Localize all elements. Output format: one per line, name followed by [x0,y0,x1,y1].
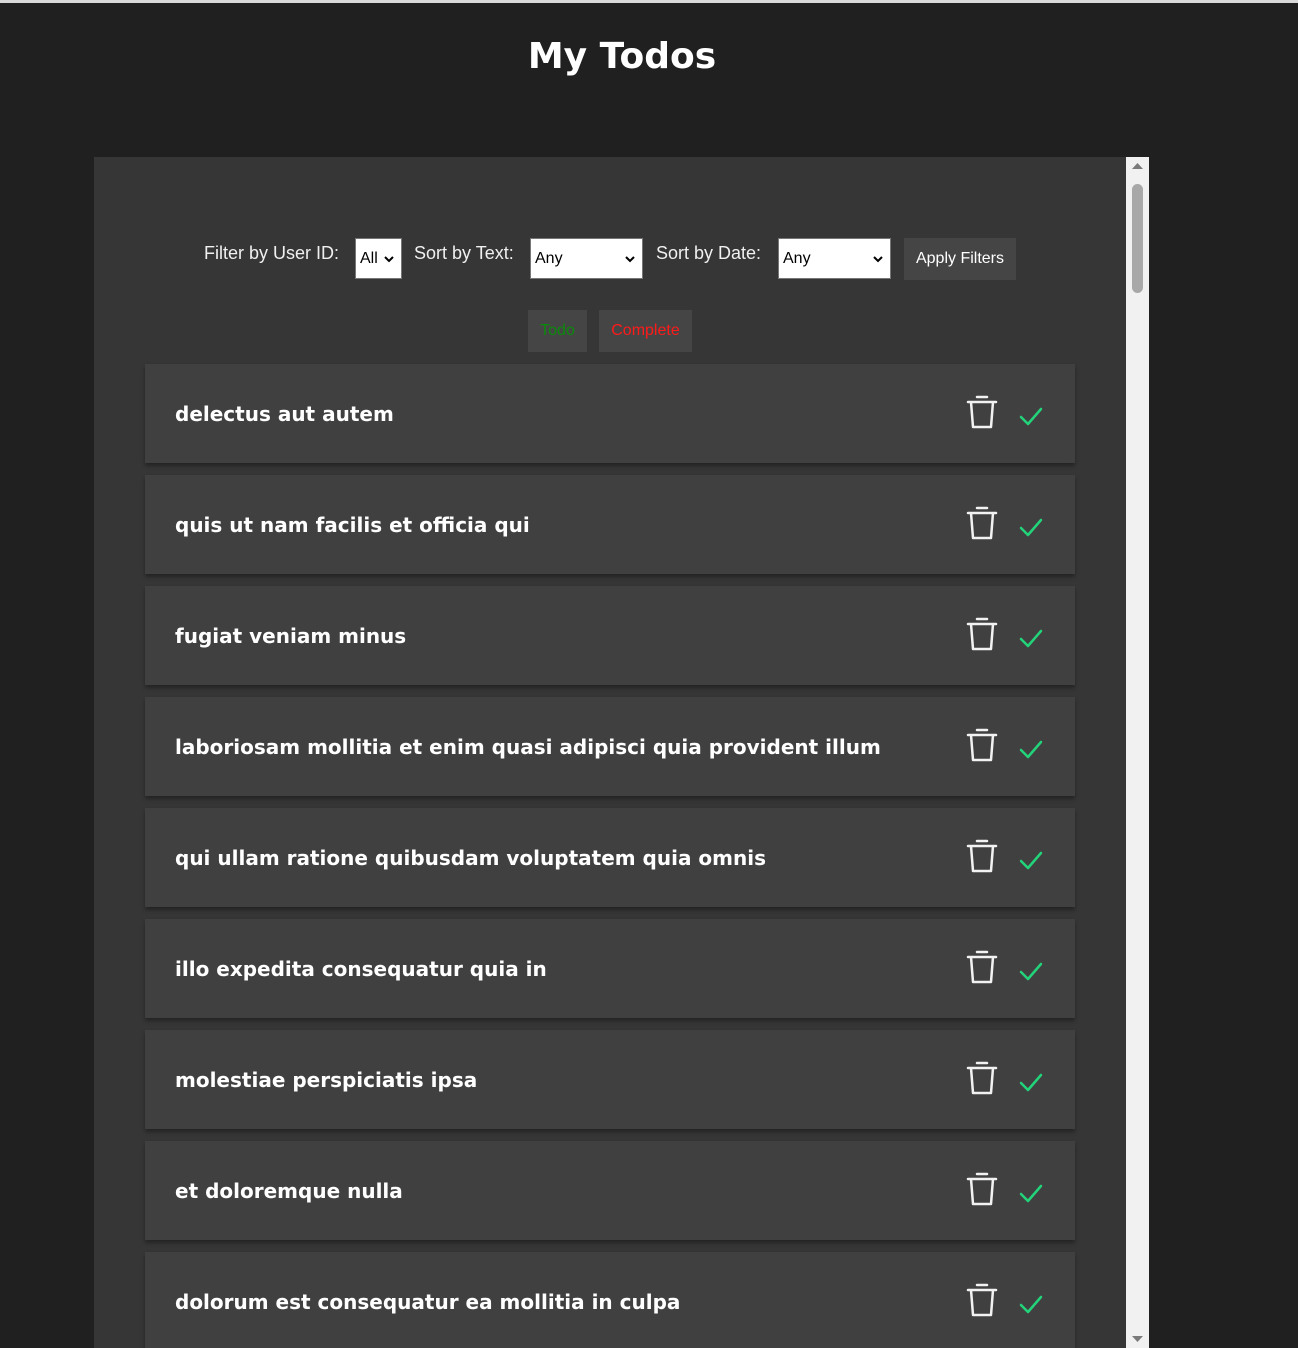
window-top-border [0,0,1298,3]
trash-icon[interactable] [965,1060,999,1096]
sort-text-select-value: Any [535,250,563,267]
todo-text: laboriosam mollitia et enim quasi adipis… [175,735,881,759]
todo-text: quis ut nam facilis et officia qui [175,513,530,537]
todo-item: quis ut nam facilis et officia qui [145,475,1075,574]
todo-item: molestiae perspiciatis ipsa [145,1030,1075,1129]
trash-icon[interactable] [965,727,999,763]
check-icon[interactable] [1018,405,1044,427]
todo-item: illo expedita consequatur quia in [145,919,1075,1018]
todo-item: delectus aut autem [145,364,1075,463]
todo-text: fugiat veniam minus [175,624,407,648]
todo-text: dolorum est consequatur ea mollitia in c… [175,1290,681,1314]
todo-item: dolorum est consequatur ea mollitia in c… [145,1252,1075,1348]
sort-date-label: Sort by Date: [656,243,762,263]
todo-item: laboriosam mollitia et enim quasi adipis… [145,697,1075,796]
check-icon[interactable] [1018,960,1044,982]
todo-item: et doloremque nulla [145,1141,1075,1240]
trash-icon[interactable] [965,838,999,874]
todo-item: qui ullam ratione quibusdam voluptatem q… [145,808,1075,907]
check-icon[interactable] [1018,516,1044,538]
sort-text-select[interactable]: Any [530,238,643,279]
user-id-select[interactable]: All [355,238,402,279]
status-toggle-bar: Todo Complete [94,310,1126,352]
todo-text: illo expedita consequatur quia in [175,957,547,981]
check-icon[interactable] [1018,1071,1044,1093]
scroll-up-arrow-icon[interactable] [1126,157,1149,174]
todo-panel: Filter by User ID: All Sort by Text: Any… [94,157,1126,1348]
sort-date-select[interactable]: Any [778,238,891,279]
filter-bar: Filter by User ID: All Sort by Text: Any… [94,238,1126,280]
todo-text: molestiae perspiciatis ipsa [175,1068,478,1092]
page-title: My Todos [527,36,717,77]
apply-filters-button[interactable]: Apply Filters [904,238,1016,280]
trash-icon[interactable] [965,949,999,985]
chevron-down-icon [384,256,394,263]
scroll-down-arrow-icon[interactable] [1126,1331,1149,1348]
user-id-filter-label: Filter by User ID: [204,243,340,263]
check-icon[interactable] [1018,627,1044,649]
check-icon[interactable] [1018,738,1044,760]
check-icon[interactable] [1018,1182,1044,1204]
sort-date-select-value: Any [783,250,811,267]
chevron-down-icon [625,256,635,263]
complete-filter-button[interactable]: Complete [599,310,692,352]
scrollbar[interactable] [1126,157,1149,1348]
user-id-select-value: All [360,250,378,267]
trash-icon[interactable] [965,616,999,652]
trash-icon[interactable] [965,1282,999,1318]
todo-item: fugiat veniam minus [145,586,1075,685]
trash-icon[interactable] [965,394,999,430]
check-icon[interactable] [1018,849,1044,871]
todo-filter-button[interactable]: Todo [528,310,587,352]
scrollbar-thumb[interactable] [1132,184,1143,293]
check-icon[interactable] [1018,1293,1044,1315]
trash-icon[interactable] [965,1171,999,1207]
todo-list: delectus aut autem quis ut nam facilis e… [145,364,1075,1348]
todo-text: delectus aut autem [175,402,394,426]
chevron-down-icon [873,256,883,263]
trash-icon[interactable] [965,505,999,541]
todo-text: qui ullam ratione quibusdam voluptatem q… [175,846,767,870]
sort-text-label: Sort by Text: [414,243,514,263]
todo-text: et doloremque nulla [175,1179,403,1203]
